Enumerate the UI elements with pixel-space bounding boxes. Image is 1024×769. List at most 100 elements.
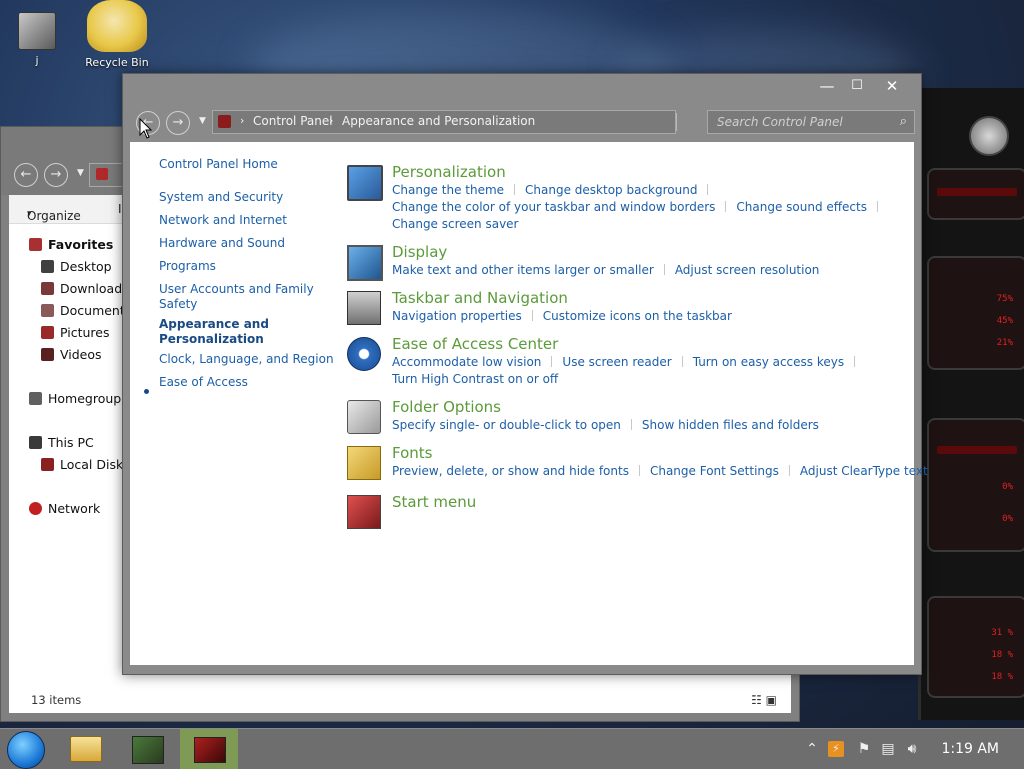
close-button[interactable]: ✕ (877, 76, 907, 98)
tree-item-downloads[interactable]: Downloads (41, 281, 129, 301)
link-single-double-click[interactable]: Specify single- or double-click to open (392, 418, 621, 432)
link-adjust-resolution[interactable]: Adjust screen resolution (675, 263, 820, 277)
link-preview-fonts[interactable]: Preview, delete, or show and hide fonts (392, 464, 629, 478)
link-change-desktop-background[interactable]: Change desktop background (525, 183, 697, 197)
address-bar[interactable]: › Control Panel › Appearance and Persona… (212, 110, 677, 134)
breadcrumb-separator-icon[interactable]: › (512, 114, 516, 127)
breadcrumb-appearance[interactable]: Appearance and Personalization (342, 114, 535, 128)
minimize-button[interactable]: — (812, 76, 842, 98)
link-change-color[interactable]: Change the color of your taskbar and win… (392, 200, 715, 214)
breadcrumb-separator-icon[interactable]: › (240, 114, 244, 127)
tree-item-favorites[interactable]: Favorites (29, 237, 113, 257)
link-use-screen-reader[interactable]: Use screen reader (562, 355, 671, 369)
nav-hardware-and-sound[interactable]: Hardware and Sound (159, 236, 285, 251)
gadget-readout: 18 % (991, 672, 1013, 682)
downloads-icon (41, 282, 54, 295)
forward-arrow-icon[interactable]: → (166, 111, 190, 135)
file-explorer-icon (70, 736, 102, 762)
network-status-icon[interactable]: ▤ (880, 741, 896, 757)
tree-item-label: Documents (60, 303, 132, 318)
link-show-hidden-files[interactable]: Show hidden files and folders (642, 418, 819, 432)
toolbar-item[interactable]: I (118, 202, 122, 216)
search-box[interactable]: Search Control Panel ⌕ (707, 110, 915, 134)
link-easy-access-keys[interactable]: Turn on easy access keys (693, 355, 844, 369)
pictures-icon (41, 326, 54, 339)
recent-locations-chevron-icon[interactable]: ▼ (199, 116, 206, 126)
category-title[interactable]: Fonts (392, 444, 432, 462)
recycle-bin-icon (87, 0, 147, 52)
nav-appearance-and-personalization[interactable]: Appearance and Personalization (159, 317, 269, 347)
tree-item-local-disk[interactable]: Local Disk (41, 457, 123, 477)
back-arrow-icon[interactable]: ← (14, 163, 38, 187)
link-change-screen-saver[interactable]: Change screen saver (392, 217, 519, 231)
control-panel-content: Control Panel Home System and Security N… (130, 142, 928, 665)
forward-arrow-icon[interactable]: → (44, 163, 68, 187)
favorites-star-icon (29, 238, 42, 251)
category-title[interactable]: Ease of Access Center (392, 335, 558, 353)
category-links: Accommodate low vision Use screen reader T… (392, 355, 865, 369)
tree-item-homegroup[interactable]: Homegroup (29, 391, 121, 411)
action-center-flag-icon[interactable]: ⚑ (856, 741, 872, 757)
link-change-theme[interactable]: Change the theme (392, 183, 504, 197)
show-hidden-icons-chevron-icon[interactable]: ⌃ (804, 741, 820, 757)
desktop-icon-recycle-bin[interactable]: Recycle Bin (82, 0, 152, 69)
control-panel-window[interactable]: — ☐ ✕ ← → ▼ › Control Panel › Appearance… (122, 73, 928, 675)
nav-ease-of-access[interactable]: Ease of Access (159, 375, 248, 390)
link-customize-taskbar-icons[interactable]: Customize icons on the taskbar (543, 309, 732, 323)
link-change-sound-effects[interactable]: Change sound effects (736, 200, 867, 214)
category-title[interactable]: Taskbar and Navigation (392, 289, 568, 307)
nav-user-accounts[interactable]: User Accounts and Family Safety (159, 282, 314, 312)
taskbar-clock[interactable]: 1:19 AM (941, 741, 999, 757)
gadget-readout: 45% (996, 316, 1013, 326)
link-navigation-properties[interactable]: Navigation properties (392, 309, 522, 323)
tree-item-network[interactable]: Network (29, 501, 100, 521)
tree-item-label: This PC (48, 435, 94, 450)
category-title[interactable]: Folder Options (392, 398, 501, 416)
link-adjust-cleartype[interactable]: Adjust ClearType text (800, 464, 928, 478)
tree-item-pictures[interactable]: Pictures (41, 325, 110, 345)
taskbar-file-explorer[interactable] (56, 729, 114, 769)
start-orb-icon[interactable] (7, 731, 45, 769)
gadget-readout: 0% (1002, 514, 1013, 524)
nav-network-and-internet[interactable]: Network and Internet (159, 213, 287, 228)
desktop-icon-label: j (35, 54, 39, 67)
taskbar-control-panel[interactable] (180, 729, 238, 769)
link-make-text-larger[interactable]: Make text and other items larger or smal… (392, 263, 654, 277)
tree-item-videos[interactable]: Videos (41, 347, 102, 367)
control-panel-app-icon (194, 737, 226, 763)
chevron-down-icon: ▾ (27, 209, 32, 219)
search-icon[interactable]: ⌕ (900, 114, 907, 129)
view-toggle[interactable]: ☷ ▣ (751, 693, 777, 707)
recent-locations-chevron-icon[interactable]: ▼ (77, 168, 84, 178)
volume-icon[interactable]: 🔊︎ (904, 741, 920, 757)
link-change-font-settings[interactable]: Change Font Settings (650, 464, 779, 478)
breadcrumb-control-panel[interactable]: Control Panel (253, 114, 333, 128)
category-title[interactable]: Start menu (392, 493, 476, 511)
category-title[interactable]: Personalization (392, 163, 506, 181)
nav-system-and-security[interactable]: System and Security (159, 190, 283, 205)
nav-control-panel-home[interactable]: Control Panel Home (159, 157, 278, 172)
start-menu-icon (347, 495, 381, 529)
gadget-readout: 21% (996, 338, 1013, 348)
gadget-panel: 31 % 18 % 18 % (927, 596, 1024, 698)
tree-item-desktop[interactable]: Desktop (41, 259, 112, 279)
tray-app-icon[interactable]: ⚡ (828, 741, 844, 757)
link-divider (638, 465, 640, 476)
maximize-button[interactable]: ☐ (842, 76, 872, 98)
link-high-contrast[interactable]: Turn High Contrast on or off (392, 372, 558, 386)
active-bullet-icon (144, 389, 149, 394)
tree-item-documents[interactable]: Documents (41, 303, 131, 323)
category-title[interactable]: Display (392, 243, 447, 261)
link-accommodate-low-vision[interactable]: Accommodate low vision (392, 355, 541, 369)
desktop-icon-j[interactable]: j (2, 12, 72, 67)
tree-item-this-pc[interactable]: This PC (29, 435, 94, 455)
nav-programs[interactable]: Programs (159, 259, 216, 274)
breadcrumb-separator-icon[interactable]: › (329, 114, 333, 127)
nav-label-line: User Accounts and Family (159, 282, 314, 296)
desktop-icon (41, 260, 54, 273)
large-icons-view-icon[interactable]: ▣ (766, 693, 777, 707)
taskbar-game-app[interactable] (118, 729, 176, 769)
gadget-readout: 18 % (991, 650, 1013, 660)
details-view-icon[interactable]: ☷ (751, 693, 762, 707)
nav-clock-language-region[interactable]: Clock, Language, and Region (159, 352, 334, 367)
